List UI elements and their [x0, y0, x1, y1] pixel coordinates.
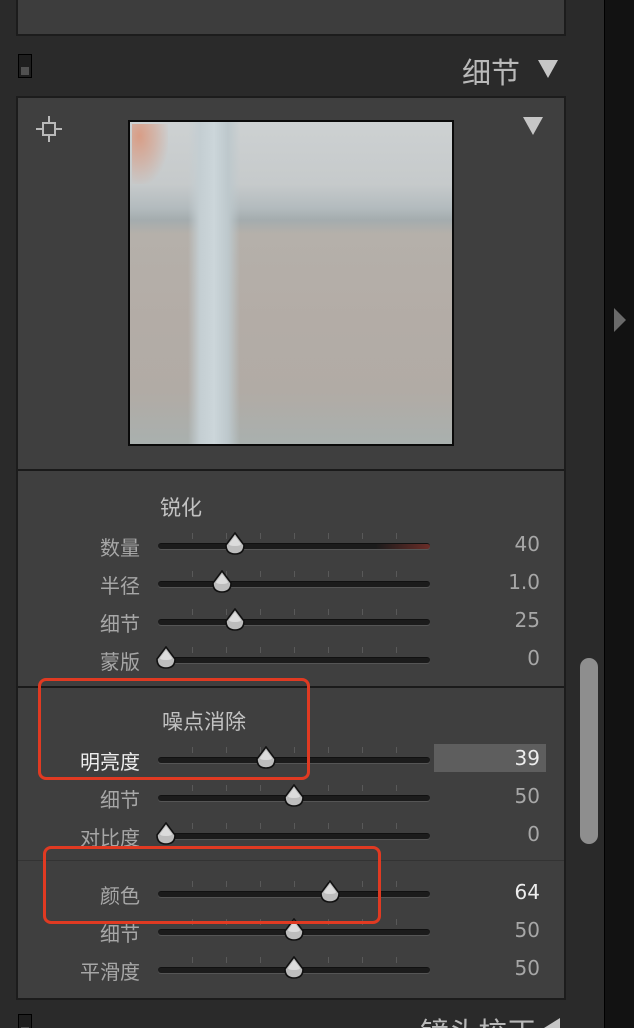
slider-ticks — [158, 571, 430, 577]
lens-correction-title[interactable]: 镜头校正 — [376, 1010, 536, 1028]
slider-thumb[interactable] — [283, 955, 305, 980]
panel-toggle-switch[interactable] — [18, 1014, 32, 1028]
amount-value[interactable]: 40 — [440, 532, 540, 556]
masking-slider-track[interactable] — [158, 657, 430, 663]
panel-toggle-switch[interactable] — [18, 54, 32, 78]
detail-panel-title[interactable]: 细节 — [430, 50, 520, 92]
contrast-value[interactable]: 0 — [440, 822, 540, 846]
amount-slider-track[interactable] — [158, 543, 430, 549]
slider-label-luminance-detail: 细节 — [100, 788, 140, 812]
slider-label-amount: 数量 — [100, 536, 140, 560]
slider-thumb[interactable] — [211, 569, 233, 594]
slider-thumb[interactable] — [283, 783, 305, 808]
sharpening-title: 锐化 — [160, 496, 202, 520]
expand-right-icon[interactable] — [614, 308, 626, 332]
slider-ticks — [158, 533, 430, 539]
smoothness-value[interactable]: 50 — [440, 956, 540, 980]
slider-thumb[interactable] — [224, 531, 246, 556]
section-divider — [18, 469, 564, 471]
slider-label-detail: 细节 — [100, 612, 140, 636]
detail-slider-track[interactable] — [158, 619, 430, 625]
preview-warm-spot — [132, 124, 168, 184]
lens-correction-header[interactable]: 镜头校正 — [16, 1002, 566, 1028]
right-panel-edge — [604, 0, 634, 1028]
expand-triangle-icon[interactable] — [544, 1018, 560, 1028]
slider-thumb[interactable] — [155, 645, 177, 670]
radius-slider-track[interactable] — [158, 581, 430, 587]
masking-value[interactable]: 0 — [440, 646, 540, 670]
detail-value[interactable]: 25 — [440, 608, 540, 632]
luminance-value[interactable]: 39 — [440, 746, 540, 770]
slider-ticks — [158, 823, 430, 829]
slider-label-radius: 半径 — [100, 574, 140, 598]
contrast-slider-track[interactable] — [158, 833, 430, 839]
target-crosshair-icon[interactable] — [34, 114, 64, 144]
preview-menu-triangle-icon[interactable] — [523, 117, 543, 135]
detail-preview-image[interactable] — [128, 120, 454, 446]
luminance-detail-value[interactable]: 50 — [440, 784, 540, 808]
slider-label-smoothness: 平滑度 — [80, 960, 140, 984]
scrollbar-thumb[interactable] — [580, 658, 598, 844]
collapse-triangle-icon[interactable] — [538, 60, 558, 78]
previous-panel — [16, 0, 566, 36]
highlight-color-box — [43, 846, 381, 924]
highlight-luminance-box — [38, 678, 310, 780]
slider-thumb[interactable] — [224, 607, 246, 632]
slider-ticks — [158, 647, 430, 653]
color-value[interactable]: 64 — [440, 880, 540, 904]
slider-ticks — [158, 609, 430, 615]
radius-value[interactable]: 1.0 — [440, 570, 540, 594]
color-detail-value[interactable]: 50 — [440, 918, 540, 942]
slider-label-masking: 蒙版 — [100, 650, 140, 674]
slider-thumb[interactable] — [155, 821, 177, 846]
